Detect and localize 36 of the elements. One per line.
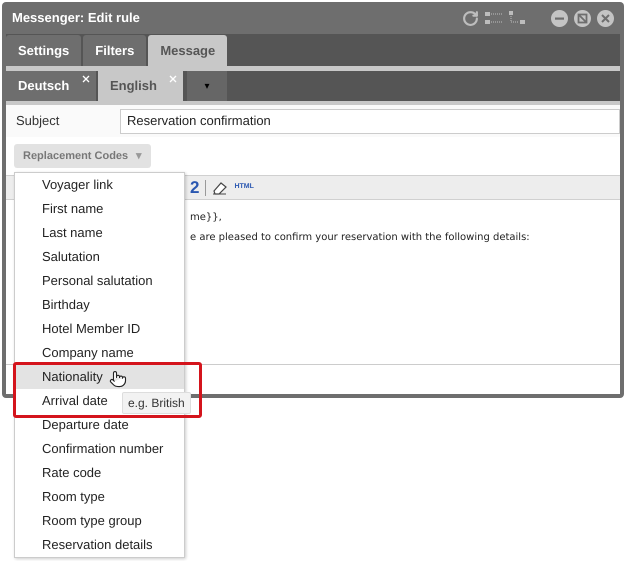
menu-item[interactable]: Room type <box>15 485 184 509</box>
close-icon[interactable] <box>597 10 614 26</box>
menu-item[interactable]: Confirmation number <box>15 437 184 461</box>
menu-item[interactable]: Birthday <box>15 293 184 317</box>
menu-item[interactable]: Company name <box>15 341 184 365</box>
editor-text-line: e are pleased to confirm your reservation with the following details: <box>190 231 531 245</box>
expand-tree-icon[interactable] <box>485 11 503 25</box>
menu-item[interactable]: Personal salutation <box>15 269 184 293</box>
menu-item[interactable]: Reservation details <box>15 533 184 557</box>
close-icon[interactable] <box>82 75 90 83</box>
menu-item[interactable]: Rate code <box>15 461 184 485</box>
tab[interactable]: Filters <box>83 35 146 66</box>
menu-item[interactable]: Nationality <box>15 365 184 389</box>
tab[interactable]: Message <box>148 35 228 66</box>
menu-item[interactable]: Hotel Member ID <box>15 317 184 341</box>
language-tab[interactable]: Deutsch <box>6 71 96 101</box>
menu-item[interactable]: Salutation <box>15 245 184 269</box>
menu-item[interactable]: Voyager link <box>15 173 184 197</box>
subject-field[interactable]: Reservation confirmation <box>120 108 620 134</box>
eraser-icon[interactable] <box>212 180 228 194</box>
toolbar-icon[interactable]: 2 <box>190 179 200 196</box>
hand-cursor-icon <box>109 370 127 388</box>
minimize-icon[interactable] <box>551 10 568 26</box>
subject-label: Subject <box>15 112 60 130</box>
refresh-icon[interactable] <box>462 10 479 26</box>
language-menu-button[interactable]: ▾ <box>187 71 227 101</box>
menu-item[interactable]: Room type group <box>15 509 184 533</box>
window-title: Messenger: Edit rule <box>12 9 140 28</box>
language-tab[interactable]: English <box>98 71 183 101</box>
maximize-icon[interactable] <box>574 10 591 26</box>
menu-item[interactable]: First name <box>15 197 184 221</box>
editor-text-line: me}}, <box>190 211 223 225</box>
tooltip: e.g. British <box>122 392 191 414</box>
collapse-tree-icon[interactable] <box>509 11 525 25</box>
tab[interactable]: Settings <box>6 35 82 66</box>
menu-item[interactable]: Last name <box>15 221 184 245</box>
